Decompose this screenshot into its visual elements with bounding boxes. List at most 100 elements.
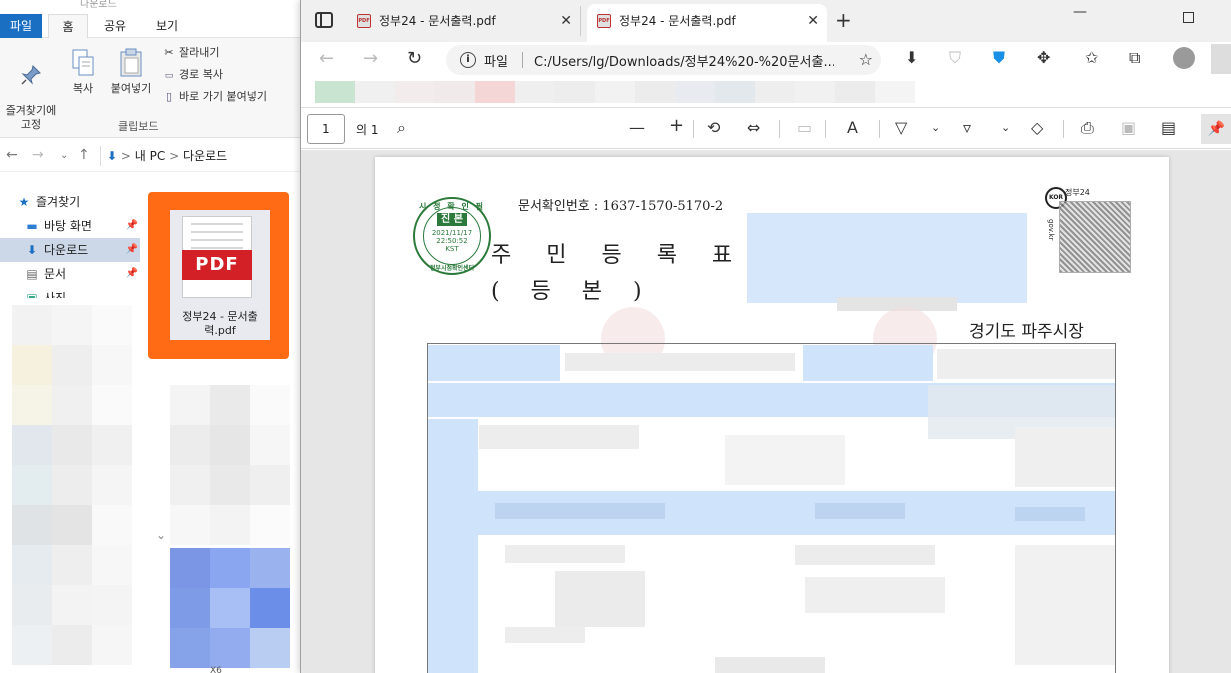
window-title: 다운로드 <box>80 0 117 10</box>
breadcrumb[interactable]: ⬇ > 내 PC > 다운로드 <box>100 146 300 166</box>
favorites-icon[interactable]: ✩ <box>1085 48 1098 67</box>
paste-button[interactable]: 붙여넣기 <box>106 48 156 96</box>
new-tab-plus-icon[interactable]: + <box>835 8 852 32</box>
minimize-icon[interactable]: — <box>1073 4 1087 20</box>
nav-item-favorites[interactable]: ★ 즐겨찾기 <box>0 190 140 214</box>
recent-locations-chevron-icon[interactable]: ⌄ <box>60 150 68 161</box>
blurred-table-cell <box>815 503 905 519</box>
seal-timezone: KST <box>445 245 459 253</box>
cut-button[interactable]: ✂ 잘라내기 <box>162 44 219 62</box>
profile-avatar[interactable] <box>1173 47 1195 69</box>
seal-center-text: 진 본 <box>437 213 467 226</box>
back-arrow-icon[interactable]: ← <box>6 147 18 163</box>
browser-tab-1[interactable]: PDF 정부24 - 문서출력.pdf ✕ <box>347 6 581 36</box>
file-item-pdf[interactable]: PDF 정부24 - 문서출력.pdf <box>170 210 270 340</box>
nav-desktop-label: 바탕 화면 <box>44 219 92 233</box>
url-text[interactable]: C:/Users/lg/Downloads/정부24%20-%20문서출... <box>534 51 834 70</box>
browser-tab-2-active[interactable]: PDF 정부24 - 문서출력.pdf ✕ <box>587 4 827 42</box>
rotate-icon[interactable]: ⟲ <box>707 118 720 137</box>
forward-arrow-icon[interactable]: → <box>32 147 44 163</box>
file-label-partial: X6 <box>210 666 222 673</box>
edge-browser-window: PDF 정부24 - 문서출력.pdf ✕ PDF 정부24 - 문서출력.pd… <box>300 0 1231 673</box>
tab-file[interactable]: 파일 <box>0 14 42 38</box>
pin-to-quick-access-button[interactable]: 즐겨찾기에 고정 <box>0 50 62 132</box>
up-arrow-icon[interactable]: ↑ <box>78 147 90 163</box>
pdf-viewer: 시 정 확 인 필 진 본 2021/11/17 22:50:52 KST 정부… <box>301 150 1231 673</box>
maximize-icon[interactable] <box>1183 12 1194 23</box>
page-number-input[interactable]: 1 <box>307 114 345 144</box>
toolbar-divider <box>693 120 694 138</box>
search-icon[interactable]: ⌕ <box>397 118 406 138</box>
nav-item-pictures[interactable]: ▣ 사진 <box>0 286 140 298</box>
copy-button[interactable]: 복사 <box>66 48 100 96</box>
pin-toolbar-icon[interactable]: 📌 <box>1201 114 1231 144</box>
close-icon[interactable]: ✕ <box>807 4 819 38</box>
forward-arrow-icon[interactable]: → <box>363 48 378 69</box>
address-bar[interactable]: i 파일 C:/Users/lg/Downloads/정부24%20-%20문서… <box>446 45 881 75</box>
zoom-out-icon[interactable]: — <box>629 118 645 137</box>
copy-path-button[interactable]: ▭ 경로 복사 <box>162 66 223 84</box>
clipboard-icon <box>120 48 142 77</box>
scissors-icon: ✂ <box>164 46 174 59</box>
blurred-table-cell <box>803 345 933 381</box>
save-icon[interactable]: ▣ <box>1121 118 1136 137</box>
pin-icon <box>21 65 41 85</box>
zoom-in-icon[interactable]: + <box>669 115 684 136</box>
toolbar-divider <box>779 120 780 138</box>
copy-label: 복사 <box>72 82 94 95</box>
blurred-header-info <box>747 213 1027 303</box>
tab-view[interactable]: 보기 <box>145 14 189 38</box>
refresh-icon[interactable]: ↻ <box>407 48 422 69</box>
draw-icon[interactable]: ▽ <box>895 118 907 137</box>
collections-icon[interactable]: ⧉ <box>1129 48 1140 68</box>
nav-favorites-label: 즐겨찾기 <box>36 195 81 209</box>
eraser-icon[interactable]: ◇ <box>1031 118 1043 137</box>
paste-shortcut-button[interactable]: ▯ 바로 가기 붙여넣기 <box>162 88 267 106</box>
breadcrumb-this-pc[interactable]: 내 PC <box>135 149 165 163</box>
blurred-table-cell <box>495 503 665 519</box>
expand-chevron-icon[interactable]: ⌄ <box>156 528 166 542</box>
page-total-label: 의 1 <box>356 123 379 137</box>
navigation-pane: ★ 즐겨찾기 ▬ 바탕 화면 📌 ⬇ 다운로드 📌 ▤ 문서 📌 ▣ 사진 <box>0 190 140 298</box>
star-icon: ★ <box>18 195 30 209</box>
blurred-table-cell <box>555 571 645 627</box>
blurred-table-cell <box>1015 427 1115 487</box>
page-view-icon[interactable]: ▭ <box>797 118 812 137</box>
shield-extension-icon[interactable]: ⛉ <box>949 48 961 68</box>
save-as-icon[interactable]: ▤ <box>1161 118 1176 137</box>
nav-item-desktop[interactable]: ▬ 바탕 화면 📌 <box>0 214 140 238</box>
pdf-page: 시 정 확 인 필 진 본 2021/11/17 22:50:52 KST 정부… <box>375 157 1169 673</box>
add-favorite-star-icon[interactable]: ☆ <box>859 50 873 69</box>
read-aloud-icon[interactable]: A <box>847 118 858 137</box>
blurred-table-cell <box>795 545 935 565</box>
desktop-icon: ▬ <box>26 219 38 233</box>
pdf-favicon-icon: PDF <box>357 14 371 28</box>
nav-documents-label: 문서 <box>44 267 67 281</box>
file-explorer-window: 다운로드 파일 홈 공유 보기 즐겨찾기에 고정 복사 붙여넣기 ✂ 잘라내기 ▭… <box>0 0 300 673</box>
blurred-table-column <box>428 419 478 673</box>
toolbar-divider <box>1063 120 1064 138</box>
authentication-seal: 시 정 확 인 필 진 본 2021/11/17 22:50:52 KST 정부… <box>413 197 491 275</box>
highlight-icon[interactable]: ▿ <box>963 118 971 137</box>
downloads-folder-icon: ⬇ <box>107 149 118 163</box>
info-icon[interactable]: i <box>460 52 476 68</box>
tab-actions-icon[interactable] <box>315 12 333 28</box>
nav-item-documents[interactable]: ▤ 문서 📌 <box>0 262 140 286</box>
blurred-table-cell <box>505 627 585 643</box>
chevron-down-icon[interactable]: ⌄ <box>1001 121 1010 134</box>
fit-width-icon[interactable]: ⇔ <box>747 118 760 137</box>
download-extension-icon[interactable]: ⬇ <box>905 48 918 67</box>
tab-share[interactable]: 공유 <box>95 14 135 38</box>
pin-label: 즐겨찾기에 고정 <box>5 104 57 131</box>
security-extension-icon[interactable]: ⛊ <box>993 48 1005 68</box>
extensions-puzzle-icon[interactable]: ✥ <box>1037 48 1050 67</box>
print-icon[interactable]: ⎙ <box>1081 118 1094 138</box>
nav-item-downloads[interactable]: ⬇ 다운로드 📌 <box>0 238 140 262</box>
chevron-down-icon[interactable]: ⌄ <box>931 121 940 134</box>
back-arrow-icon[interactable]: ← <box>319 48 334 69</box>
tab-home[interactable]: 홈 <box>48 14 88 38</box>
breadcrumb-downloads[interactable]: 다운로드 <box>183 149 227 163</box>
close-icon[interactable]: ✕ <box>560 6 572 36</box>
seal-top-text: 시 정 확 인 필 <box>419 202 485 211</box>
more-menu-button[interactable] <box>1211 44 1231 74</box>
